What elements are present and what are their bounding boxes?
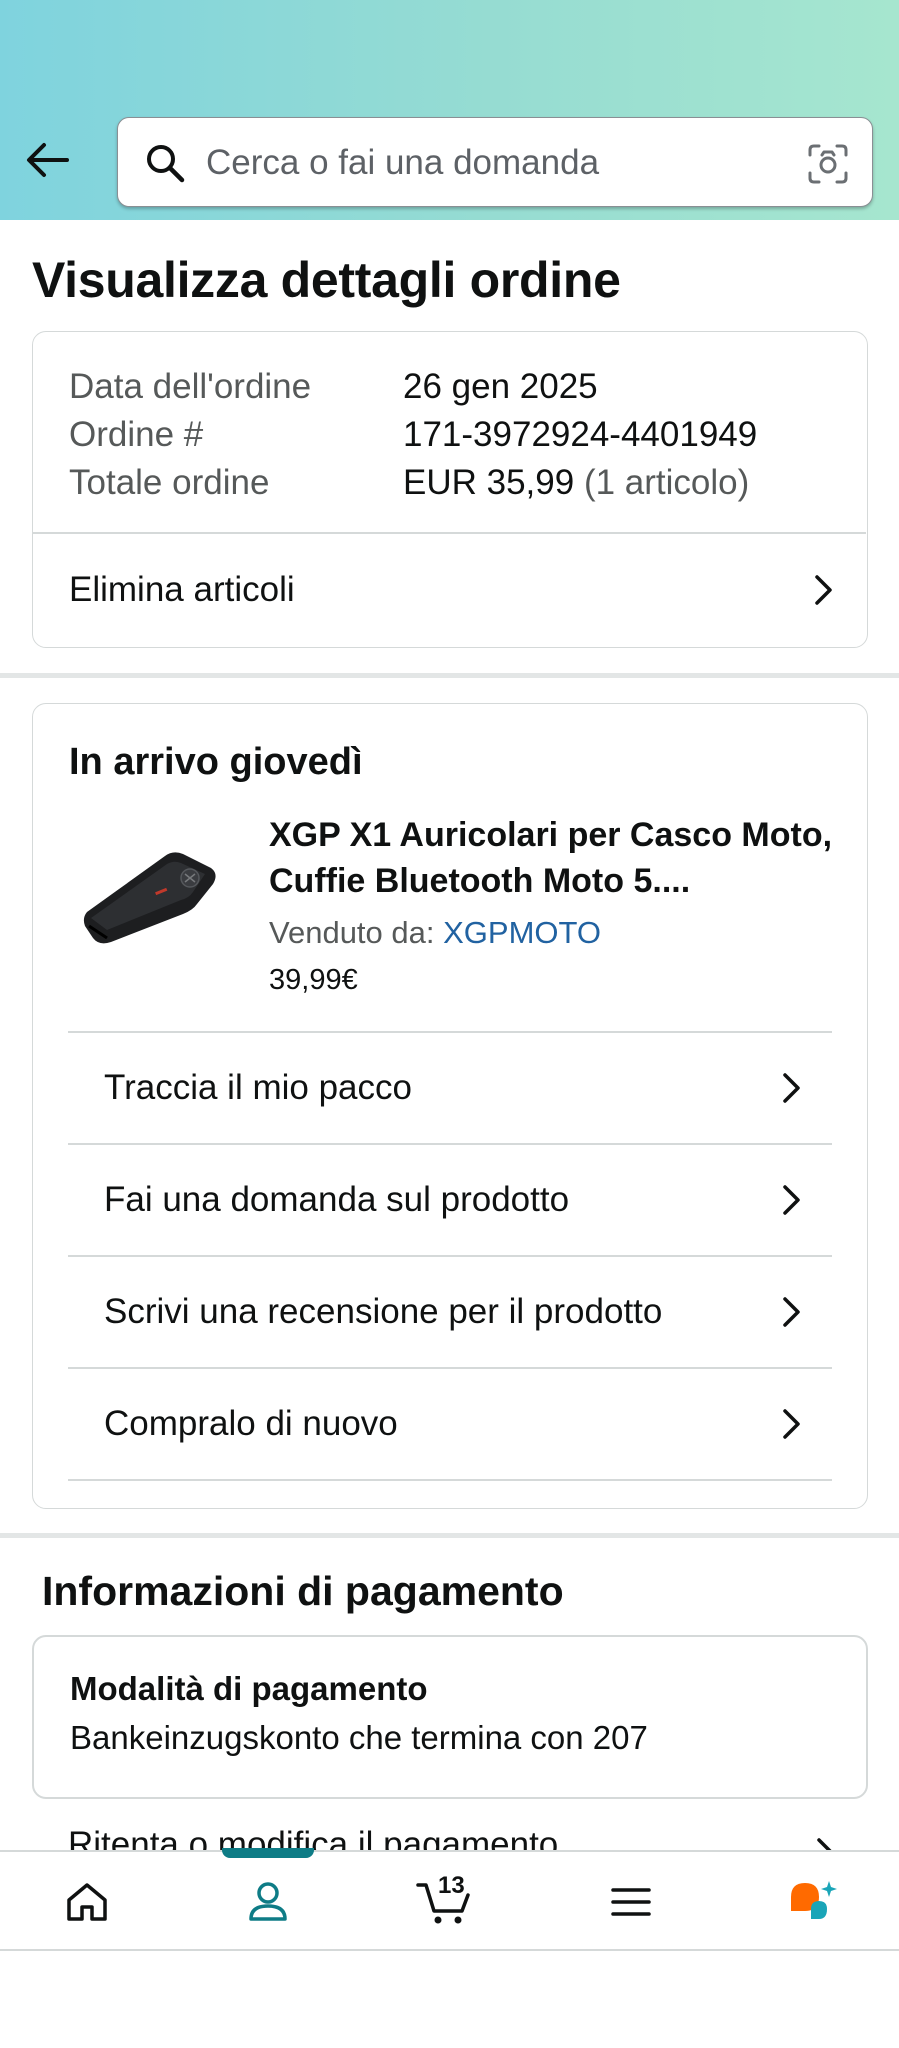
chevron-right-icon [783, 1297, 800, 1327]
chevron-right-icon [783, 1409, 800, 1439]
order-date-row: Data dell'ordine 26 gen 2025 [69, 364, 598, 410]
chevron-right-icon [783, 1185, 800, 1215]
section-divider [0, 673, 899, 678]
order-number-row: Ordine # 171-3972924-4401949 [69, 412, 757, 458]
payment-method-card: Modalità di pagamento Bankeinzugskonto c… [32, 1635, 868, 1799]
track-package-row[interactable]: Traccia il mio pacco [68, 1033, 832, 1143]
payment-section-title: Informazioni di pagamento [42, 1568, 564, 1614]
chevron-right-icon [783, 1073, 800, 1103]
write-review-row[interactable]: Scrivi una recensione per il prodotto [68, 1257, 832, 1367]
order-item-count: (1 articolo) [583, 463, 750, 502]
back-arrow-icon [27, 143, 69, 177]
payment-method-label: Modalità di pagamento [70, 1670, 428, 1707]
product-price: 39,99€ [269, 964, 358, 996]
order-total-row: Totale ordine EUR 35,99 (1 articolo) [69, 460, 749, 506]
write-review-label: Scrivi una recensione per il prodotto [104, 1292, 663, 1331]
delete-items-row[interactable]: Elimina articoli [33, 533, 866, 646]
delete-items-label: Elimina articoli [69, 569, 295, 609]
nav-home[interactable] [32, 1852, 142, 1951]
cart-count-badge: 13 [438, 1872, 465, 1899]
header: Cerca o fai una domanda [0, 0, 899, 220]
order-total-value: EUR 35,99 [403, 463, 575, 502]
search-input[interactable]: Cerca o fai una domanda [117, 117, 873, 207]
product-title[interactable]: XGP X1 Auricolari per Casco Moto, Cuffie… [269, 812, 839, 904]
account-icon [249, 1881, 287, 1921]
camera-scan-icon[interactable] [806, 142, 850, 186]
ask-question-row[interactable]: Fai una domanda sul prodotto [68, 1145, 832, 1255]
order-date-value: 26 gen 2025 [403, 367, 598, 406]
back-button[interactable] [22, 135, 72, 185]
system-area [0, 1951, 899, 2048]
payment-method-value: Bankeinzugskonto che termina con 207 [70, 1719, 648, 1756]
rufus-assistant-icon [791, 1880, 837, 1919]
shipment-card: In arrivo giovedì XGP X1 Auricolari per … [32, 703, 868, 1509]
seller-link[interactable]: XGPMOTO [443, 915, 601, 950]
nav-account[interactable] [213, 1852, 323, 1951]
sold-by-label: Venduto da: [269, 915, 435, 950]
nav-rufus-assistant[interactable] [757, 1852, 867, 1951]
order-total-label: Totale ordine [69, 463, 270, 502]
page-title: Visualizza dettagli ordine [32, 252, 621, 308]
order-number-label: Ordine # [69, 415, 204, 454]
chevron-right-icon [815, 575, 832, 605]
order-total-value-group: EUR 35,99 (1 articolo) [403, 460, 749, 506]
delivery-status-title: In arrivo giovedì [69, 741, 363, 783]
home-icon [67, 1882, 107, 1921]
menu-icon [611, 1887, 651, 1916]
search-icon [147, 145, 185, 183]
order-summary-card: Data dell'ordine 26 gen 2025 Ordine # 17… [32, 331, 868, 648]
divider [68, 1479, 832, 1481]
search-placeholder: Cerca o fai una domanda [206, 143, 600, 182]
bottom-navigation [0, 1848, 899, 1951]
ask-question-label: Fai una domanda sul prodotto [104, 1180, 570, 1219]
section-divider [0, 1533, 899, 1538]
buy-again-row[interactable]: Compralo di nuovo [68, 1369, 832, 1479]
product-image[interactable] [77, 834, 227, 954]
nav-menu[interactable] [576, 1852, 686, 1951]
track-package-label: Traccia il mio pacco [104, 1068, 412, 1107]
buy-again-label: Compralo di nuovo [104, 1404, 398, 1443]
nav-cart[interactable] [391, 1852, 501, 1951]
order-number-value: 171-3972924-4401949 [403, 415, 758, 454]
order-date-label: Data dell'ordine [69, 367, 312, 406]
product-seller-line: Venduto da: XGPMOTO [269, 911, 601, 955]
